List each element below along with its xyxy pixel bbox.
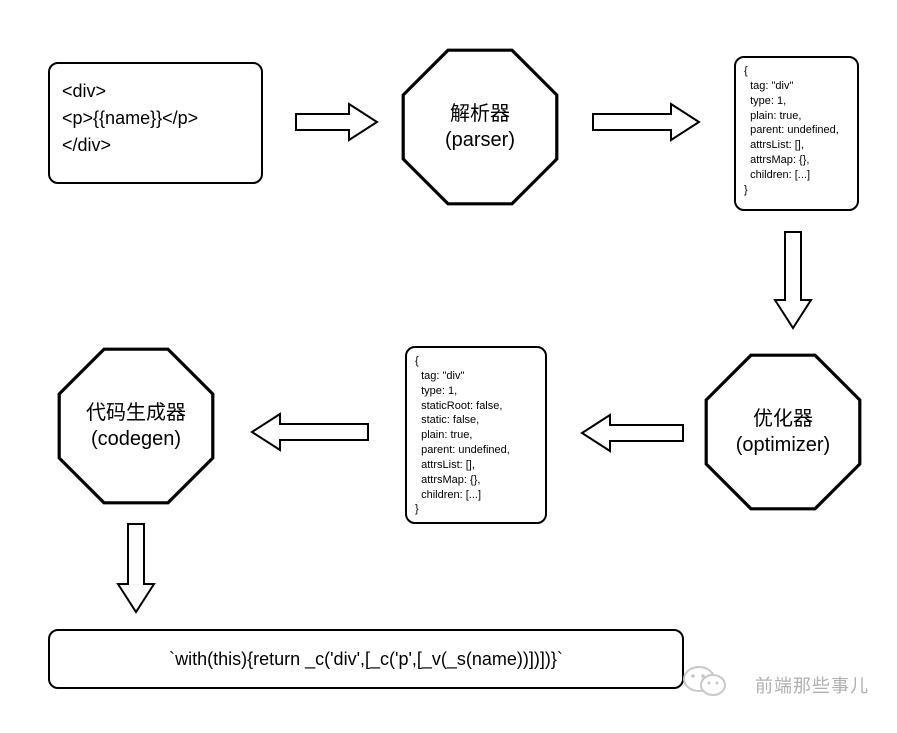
- template-source-box: <div> <p>{{name}}</p> </div>: [48, 62, 263, 184]
- parser-octagon: 解析器 (parser): [400, 47, 560, 207]
- arrow-ast1-to-optimizer: [773, 230, 813, 335]
- template-line4: </div>: [62, 132, 249, 159]
- ast2-box: { tag: "div" type: 1, staticRoot: false,…: [405, 346, 547, 524]
- arrow-template-to-parser: [294, 102, 379, 147]
- ast1-box: { tag: "div" type: 1, plain: true, paren…: [734, 56, 859, 211]
- parser-subtitle: (parser): [445, 127, 515, 153]
- wechat-icon: [683, 664, 727, 703]
- codegen-subtitle: (codegen): [86, 426, 186, 452]
- optimizer-octagon: 优化器 (optimizer): [703, 352, 863, 512]
- optimizer-title: 优化器: [736, 406, 830, 432]
- optimizer-subtitle: (optimizer): [736, 432, 830, 458]
- codegen-title: 代码生成器: [86, 400, 186, 426]
- arrow-ast2-to-codegen: [250, 412, 370, 457]
- arrow-optimizer-to-ast2: [580, 413, 685, 458]
- arrow-codegen-to-output: [116, 522, 156, 619]
- output-code: `with(this){return _c('div',[_c('p',[_v(…: [169, 649, 563, 670]
- template-line1: <div>: [62, 78, 249, 105]
- parser-title: 解析器: [445, 101, 515, 127]
- watermark-text: 前端那些事儿: [755, 672, 869, 698]
- template-line3: <p>{{name}}</p>: [62, 105, 249, 132]
- output-box: `with(this){return _c('div',[_c('p',[_v(…: [48, 629, 684, 689]
- codegen-octagon: 代码生成器 (codegen): [56, 346, 216, 506]
- arrow-parser-to-ast1: [591, 102, 701, 147]
